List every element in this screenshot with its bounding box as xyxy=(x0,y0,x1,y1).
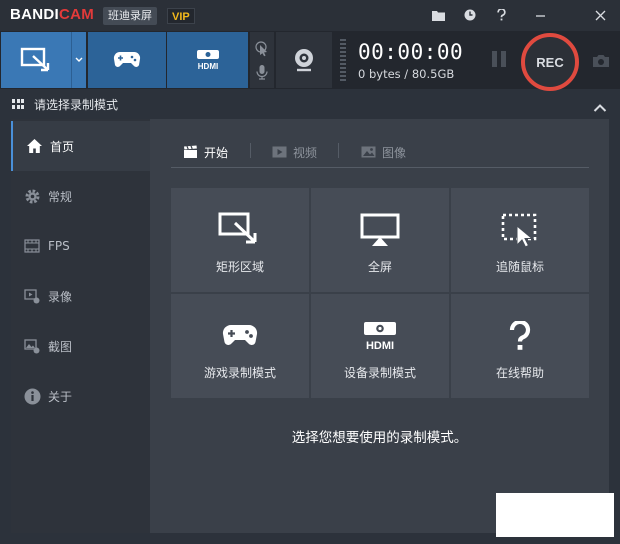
mode-dropdown-button[interactable] xyxy=(71,32,86,88)
cursor-icon xyxy=(255,41,267,57)
tile-fullscreen[interactable]: 全屏 xyxy=(311,188,449,292)
pause-icon-bar-right xyxy=(501,51,506,67)
tab-start[interactable]: 开始 xyxy=(183,143,228,161)
cursor-effect-button[interactable] xyxy=(253,40,271,58)
vip-badge[interactable]: VIP xyxy=(167,8,195,24)
tile-label: 在线帮助 xyxy=(495,366,544,380)
gamepad-icon xyxy=(222,324,258,346)
sidebar-item-video[interactable]: 录像 xyxy=(11,271,150,321)
bandicam-window: BANDICAM 班迪录屏 VIP HDMI 00:00:00 0 bytes … xyxy=(0,0,620,544)
pause-icon-bar-left xyxy=(492,51,497,67)
game-mode-button[interactable] xyxy=(88,32,166,88)
tile-device-mode[interactable]: HDMI 设备录制模式 xyxy=(311,294,449,398)
title-bar: BANDICAM 班迪录屏 VIP xyxy=(0,0,620,31)
sidebar-item-label: 常规 xyxy=(48,189,73,204)
sidebar-item-label: 首页 xyxy=(50,139,75,154)
close-icon[interactable] xyxy=(590,5,610,25)
play-icon xyxy=(272,146,287,158)
microphone-button[interactable] xyxy=(253,63,271,81)
rectangle-mode-button[interactable] xyxy=(1,32,71,88)
sidebar-item-home[interactable]: 首页 xyxy=(11,121,150,171)
minimize-icon[interactable] xyxy=(530,5,550,25)
blank-area xyxy=(496,493,614,537)
tile-online-help[interactable]: 在线帮助 xyxy=(451,294,589,398)
question-icon xyxy=(509,321,531,350)
sidebar-item-about[interactable]: 关于 xyxy=(11,371,150,421)
gear-icon xyxy=(23,187,41,205)
sidebar: 首页 常规 FPS 录像 截图 关于 xyxy=(11,119,150,533)
tab-label: 开始 xyxy=(204,145,229,160)
app-logo: BANDICAM xyxy=(10,6,94,23)
svg-text:HDMI: HDMI xyxy=(197,62,217,71)
app-subtitle: 班迪录屏 xyxy=(103,7,157,25)
tab-divider xyxy=(250,143,251,158)
tile-label: 游戏录制模式 xyxy=(203,366,276,380)
sidebar-item-general[interactable]: 常规 xyxy=(11,171,150,221)
tile-label: 设备录制模式 xyxy=(343,366,416,380)
tile-rectangle-area[interactable]: 矩形区域 xyxy=(171,188,309,292)
recording-timer: 00:00:00 xyxy=(358,40,464,64)
audio-level-meter xyxy=(340,39,346,81)
home-icon xyxy=(25,137,43,155)
chevron-down-icon xyxy=(75,57,83,62)
folder-icon[interactable] xyxy=(428,5,448,25)
webcam-button[interactable] xyxy=(276,32,332,88)
tab-bar: 开始 视频 图像 xyxy=(171,137,589,168)
sidebar-item-label: FPS xyxy=(48,239,70,253)
monitor-icon xyxy=(360,213,400,246)
follow-cursor-icon xyxy=(501,213,537,248)
sidebar-item-screenshot[interactable]: 截图 xyxy=(11,321,150,371)
hdmi-icon: HDMI xyxy=(196,50,219,71)
tab-label: 视频 xyxy=(293,145,318,160)
webcam-icon xyxy=(295,49,313,72)
sidebar-item-fps[interactable]: FPS xyxy=(11,221,150,271)
logo-accent-text: CAM xyxy=(59,6,95,23)
camera-icon xyxy=(593,55,609,67)
rectangle-select-icon xyxy=(218,212,257,244)
logo-main-text: BANDI xyxy=(10,6,59,23)
file-size-readout: 0 bytes / 80.5GB xyxy=(358,67,455,81)
pause-button[interactable] xyxy=(488,51,510,71)
tile-label: 全屏 xyxy=(367,260,392,274)
sidebar-item-label: 截图 xyxy=(48,339,73,354)
overlay-controls xyxy=(250,32,274,88)
home-panel: 开始 视频 图像 矩形区域 全屏 追随鼠标 游戏录制模式 HDMI 设备录制模式… xyxy=(150,119,609,533)
sidebar-item-label: 录像 xyxy=(48,289,73,304)
image-icon xyxy=(23,337,41,355)
section-title: 请选择录制模式 xyxy=(34,98,119,112)
collapse-button[interactable] xyxy=(593,98,607,112)
gamepad-icon xyxy=(113,51,141,67)
tile-label: 追随鼠标 xyxy=(495,260,544,274)
tile-label: 矩形区域 xyxy=(215,260,264,274)
clock-icon[interactable] xyxy=(460,5,480,25)
sidebar-item-label: 关于 xyxy=(48,389,73,404)
tile-game-mode[interactable]: 游戏录制模式 xyxy=(171,294,309,398)
tile-follow-cursor[interactable]: 追随鼠标 xyxy=(451,188,589,292)
microphone-icon xyxy=(256,65,268,80)
hdmi-icon: HDMI xyxy=(364,322,396,351)
section-header: 请选择录制模式 xyxy=(0,91,620,118)
rectangle-select-icon xyxy=(20,47,50,72)
video-icon xyxy=(23,287,41,305)
hdmi-mode-button[interactable]: HDMI xyxy=(167,32,248,88)
chevron-up-icon xyxy=(593,104,607,112)
help-icon[interactable] xyxy=(491,5,511,25)
info-icon xyxy=(23,387,41,405)
picture-icon xyxy=(361,146,376,158)
recording-toolbar: HDMI 00:00:00 0 bytes / 80.5GB REC xyxy=(0,31,620,91)
record-button[interactable]: REC xyxy=(521,33,579,91)
grid-icon xyxy=(12,99,24,110)
mode-hint-text: 选择您想要使用的录制模式。 xyxy=(291,430,468,446)
tab-image[interactable]: 图像 xyxy=(361,143,406,161)
tab-video[interactable]: 视频 xyxy=(272,143,317,161)
fps-icon xyxy=(23,237,41,255)
tab-divider xyxy=(338,143,339,158)
record-label: REC xyxy=(536,54,564,70)
clapperboard-icon xyxy=(184,145,197,158)
svg-text:HDMI: HDMI xyxy=(366,340,394,351)
tab-label: 图像 xyxy=(382,145,407,160)
screenshot-button[interactable] xyxy=(590,52,612,70)
